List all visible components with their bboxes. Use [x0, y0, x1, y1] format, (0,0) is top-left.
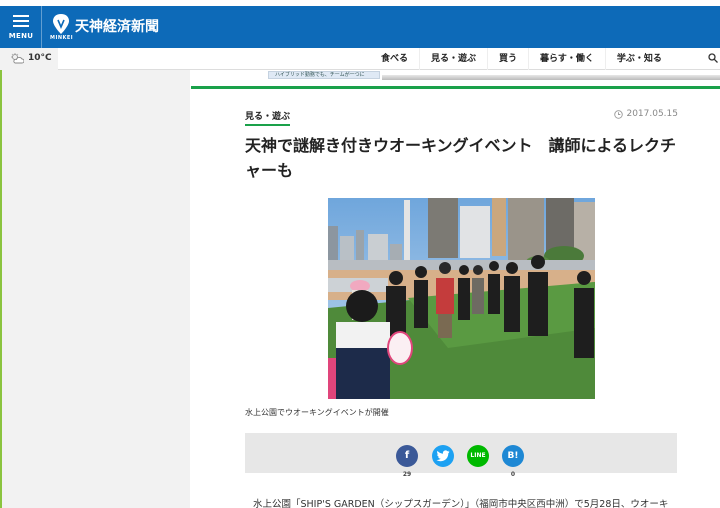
menu-button[interactable]: MENU: [0, 6, 42, 48]
article-date-text: 2017.05.15: [626, 109, 678, 119]
photo-caption: 水上公園でウオーキングイベントが開催: [245, 408, 389, 417]
twitter-bird-icon: [436, 450, 450, 462]
facebook-share-count: 29: [402, 471, 412, 478]
hatena-bookmark-button[interactable]: B!: [502, 445, 524, 467]
nav-item-eat[interactable]: 食べる: [370, 48, 419, 70]
hatena-bookmark-count: 0: [510, 471, 516, 478]
ad-thumbnail[interactable]: ハイブリッド勤務でも、チームが一つに: [268, 71, 380, 79]
facebook-share-button[interactable]: f: [396, 445, 418, 467]
site-header: MENU MINKEI 天神経済新聞: [0, 6, 720, 48]
article-photo[interactable]: [328, 198, 595, 399]
hamburger-icon: [13, 15, 29, 27]
logo-subtitle: MINKEI: [50, 35, 74, 41]
ad-bar: [382, 75, 720, 80]
share-bar: f LINE B! 29 0: [245, 433, 677, 478]
ad-banner[interactable]: ハイブリッド勤務でも、チームが一つに: [268, 70, 720, 82]
ad-text: ハイブリッド勤務でも、チームが一つに: [275, 72, 365, 78]
nav-item-shop[interactable]: 買う: [487, 48, 528, 70]
line-share-button[interactable]: LINE: [467, 445, 489, 467]
nav-item-live-work[interactable]: 暮らす・働く: [528, 48, 605, 70]
partly-cloudy-icon: [11, 53, 24, 64]
weather-widget: 10°C: [0, 48, 58, 70]
article: 見る・遊ぶ 2017.05.15 天神で謎解き付きウオーキングイベント 講師によ…: [191, 86, 720, 508]
nav-menu: 食べる 見る・遊ぶ 買う 暮らす・働く 学ぶ・知る: [370, 48, 673, 70]
article-category[interactable]: 見る・遊ぶ: [245, 109, 291, 126]
twitter-share-button[interactable]: [432, 445, 454, 467]
clock-icon: [614, 109, 624, 119]
menu-label: MENU: [8, 32, 34, 40]
left-sidebar-background: [2, 70, 190, 508]
search-icon[interactable]: [708, 53, 718, 63]
logo-mark-icon: [53, 14, 69, 34]
weather-temperature: 10°C: [28, 53, 52, 63]
article-title: 天神で謎解き付きウオーキングイベント 講師によるレクチャーも: [245, 136, 677, 180]
navigation-bar: 10°C 食べる 見る・遊ぶ 買う 暮らす・働く 学ぶ・知る: [0, 48, 720, 70]
article-body: 水上公園「SHIP'S GARDEN（シップスガーデン）」（福岡市中央区西中洲）…: [253, 499, 669, 508]
nav-item-see-play[interactable]: 見る・遊ぶ: [419, 48, 487, 70]
article-date: 2017.05.15: [614, 109, 678, 119]
logo-text: 天神経済新聞: [75, 19, 159, 35]
nav-item-learn[interactable]: 学ぶ・知る: [604, 48, 673, 70]
